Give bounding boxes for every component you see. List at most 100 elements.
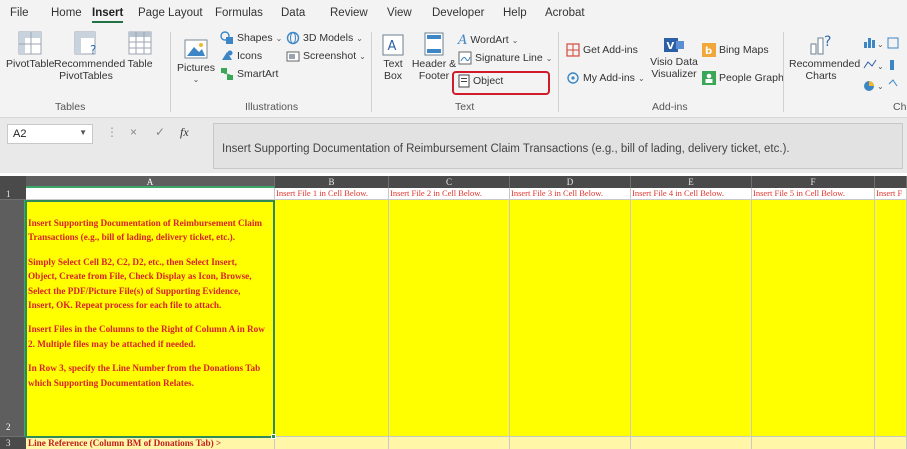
column-header-g[interactable] [875,176,907,188]
svg-text:?: ? [824,34,831,50]
column-header-e[interactable]: E [631,176,752,188]
column-header-d[interactable]: D [510,176,631,188]
tab-file[interactable]: File [10,7,29,19]
insert-function-icon[interactable]: fx [180,125,189,140]
svg-text:A: A [388,39,397,54]
cell-e2[interactable] [631,200,752,437]
signature-line-label: Signature Line [475,52,543,64]
cell-c2[interactable] [389,200,510,437]
tab-review[interactable]: Review [330,7,368,19]
icons-button[interactable]: Icons [220,48,262,64]
name-box[interactable]: A2 ▼ [7,124,93,144]
visio-data-visualizer-button[interactable]: V Visio Data Visualizer [650,36,698,80]
table-button[interactable]: Table [122,30,158,70]
tab-view[interactable]: View [387,7,412,19]
cell-f3[interactable] [752,437,875,449]
formula-bar-grip-icon: ⋮ [106,125,118,139]
group-label-illustrations: Illustrations [245,101,299,113]
tab-help[interactable]: Help [503,7,527,19]
ribbon-tab-bar: File Home Insert Page Layout Formulas Da… [0,0,907,26]
cell-e3[interactable] [631,437,752,449]
3d-models-icon [286,31,300,45]
shapes-icon [220,31,233,44]
wordart-button[interactable]: A WordArt ⌄ [458,32,518,48]
group-label-addins: Add-ins [652,101,688,113]
cell-b1[interactable]: Insert File 1 in Cell Below. [275,188,389,200]
cell-a3[interactable]: Line Reference (Column BM of Donations T… [26,437,275,449]
tab-formulas[interactable]: Formulas [215,7,263,19]
column-chart-icon: ⌄ ⌄ ⌄ [863,37,899,91]
tab-insert[interactable]: Insert [92,7,124,23]
tab-data[interactable]: Data [281,7,305,19]
signature-line-button[interactable]: Signature Line ⌄ [458,50,552,66]
cell-g1[interactable]: Insert F [875,188,907,200]
3d-models-button[interactable]: 3D Models ⌄ [286,30,363,46]
group-label-charts: Ch [893,101,907,113]
formula-input[interactable]: Insert Supporting Documentation of Reimb… [213,123,903,169]
cell-a2[interactable]: Insert Supporting Documentation of Reimb… [26,200,275,437]
fill-handle[interactable] [271,434,276,439]
column-header-b[interactable]: B [275,176,389,188]
get-addins-button[interactable]: Get Add-ins [566,42,638,58]
charts-mini-buttons[interactable]: ⌄ ⌄ ⌄ [862,34,907,94]
column-header-f[interactable]: F [752,176,875,188]
group-label-tables: Tables [55,101,86,113]
cell-c3[interactable] [389,437,510,449]
tab-home[interactable]: Home [51,7,82,19]
tab-acrobat[interactable]: Acrobat [545,7,585,19]
recommended-pivottables-icon: ? [74,31,96,56]
bing-maps-button[interactable]: b Bing Maps [702,42,769,58]
chevron-down-icon: ⌄ [192,75,200,84]
tab-page-layout[interactable]: Page Layout [138,7,203,19]
group-separator [558,32,559,112]
row-header-3[interactable]: 3 [0,437,26,449]
svg-text:V: V [667,41,675,52]
row-header-2[interactable]: 2 [0,200,26,437]
enter-icon[interactable]: ✓ [155,125,165,139]
instructions-text: Insert Supporting Documentation of Reimb… [26,200,274,390]
cancel-icon[interactable]: × [130,125,137,139]
group-label-text: Text [455,101,475,113]
recommended-charts-icon: ? [810,34,831,55]
recommended-pivottables-button[interactable]: ? Recommended PivotTables [54,30,125,82]
cell-b2[interactable] [275,200,389,437]
group-separator [371,32,372,112]
cell-g2[interactable] [875,200,907,437]
pictures-button[interactable]: Pictures ⌄ [176,38,216,86]
chevron-down-icon: ▼ [79,128,87,137]
cell-d2[interactable] [510,200,631,437]
people-graph-button[interactable]: People Graph [702,70,784,86]
cell-e1[interactable]: Insert File 4 in Cell Below. [631,188,752,200]
my-addins-button[interactable]: My Add-ins ⌄ [566,70,645,86]
screenshot-button[interactable]: Screenshot ⌄ [286,48,366,64]
name-box-value: A2 [13,128,27,140]
people-graph-icon [702,71,716,85]
cell-a1[interactable] [26,188,275,200]
select-all-corner[interactable] [0,176,26,188]
bing-maps-label: Bing Maps [719,44,769,56]
shapes-button[interactable]: Shapes ⌄ [220,30,282,46]
wordart-icon: A [458,32,468,48]
text-box-button[interactable]: A Text Box [377,34,409,82]
table-icon [128,31,152,55]
recommended-charts-button[interactable]: ? Recommended Charts [789,32,860,82]
row-header-1[interactable]: 1 [0,188,26,200]
cell-b3[interactable] [275,437,389,449]
cell-d1[interactable]: Insert File 3 in Cell Below. [510,188,631,200]
instruction-paragraph: In Row 3, specify the Line Number from t… [28,363,261,388]
header-footer-icon [424,32,444,56]
header-footer-button[interactable]: Header & Footer [410,32,458,82]
svg-text:⌄: ⌄ [877,40,884,49]
tab-developer[interactable]: Developer [432,7,484,19]
smartart-button[interactable]: SmartArt [220,66,278,82]
column-header-a[interactable]: A [26,176,275,188]
cell-f2[interactable] [752,200,875,437]
cell-f1[interactable]: Insert File 5 in Cell Below. [752,188,875,200]
pivottable-button[interactable]: PivotTable [6,30,54,70]
column-header-c[interactable]: C [389,176,510,188]
cell-c1[interactable]: Insert File 2 in Cell Below. [389,188,510,200]
cell-g3[interactable] [875,437,907,449]
visio-label: Visio Data Visualizer [650,56,698,80]
cell-d3[interactable] [510,437,631,449]
chevron-down-icon: ⌄ [359,51,366,61]
